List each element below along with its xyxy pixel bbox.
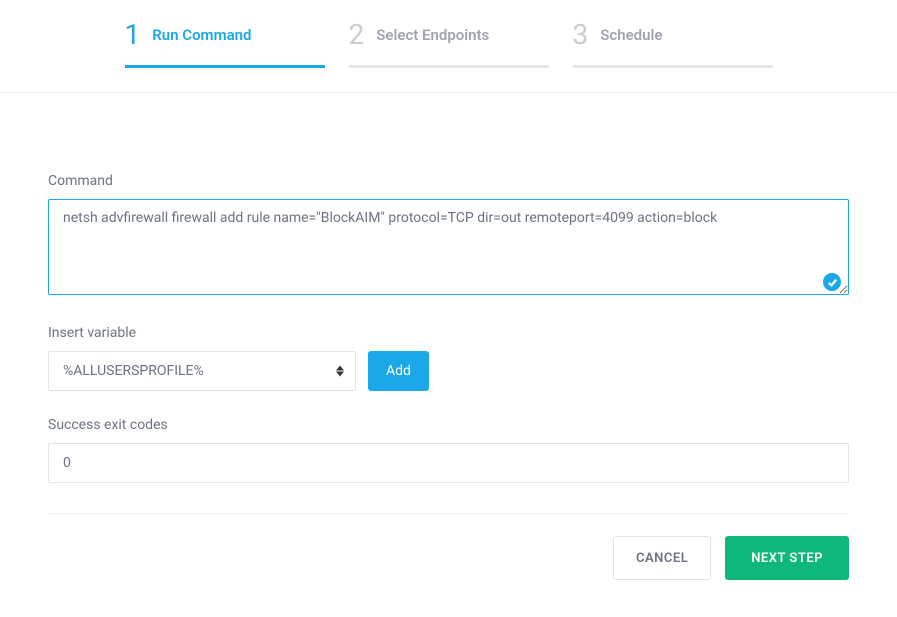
step-label: Schedule bbox=[600, 26, 662, 44]
exit-codes-label: Success exit codes bbox=[48, 417, 849, 433]
insert-variable-group: Insert variable %ALLUSERSPROFILE% Add bbox=[48, 325, 849, 391]
command-group: Command bbox=[48, 173, 849, 299]
form-area: Command Insert variable %ALLUSERSPROFILE… bbox=[0, 93, 897, 483]
next-step-button[interactable]: NEXT STEP bbox=[725, 536, 849, 580]
cancel-button[interactable]: CANCEL bbox=[613, 536, 711, 580]
variable-select-wrapper: %ALLUSERSPROFILE% bbox=[48, 351, 356, 391]
variable-row: %ALLUSERSPROFILE% Add bbox=[48, 351, 849, 391]
wizard-steps: 1 Run Command 2 Select Endpoints 3 Sched… bbox=[0, 0, 897, 68]
wizard-step-select-endpoints[interactable]: 2 Select Endpoints bbox=[349, 18, 549, 68]
command-wrapper bbox=[48, 199, 849, 299]
step-number: 2 bbox=[349, 18, 365, 51]
exit-codes-input[interactable] bbox=[48, 443, 849, 483]
step-label: Run Command bbox=[152, 26, 251, 44]
wizard-step-run-command[interactable]: 1 Run Command bbox=[125, 18, 325, 68]
command-input[interactable] bbox=[48, 199, 849, 295]
step-number: 3 bbox=[573, 18, 589, 51]
step-label: Select Endpoints bbox=[376, 26, 489, 44]
wizard-step-schedule[interactable]: 3 Schedule bbox=[573, 18, 773, 68]
command-label: Command bbox=[48, 173, 849, 189]
insert-variable-label: Insert variable bbox=[48, 325, 849, 341]
footer-buttons: CANCEL NEXT STEP bbox=[0, 514, 897, 580]
exit-codes-group: Success exit codes bbox=[48, 417, 849, 483]
variable-select[interactable]: %ALLUSERSPROFILE% bbox=[48, 351, 356, 391]
step-number: 1 bbox=[125, 18, 141, 51]
valid-check-icon bbox=[823, 273, 841, 291]
add-variable-button[interactable]: Add bbox=[368, 351, 429, 391]
